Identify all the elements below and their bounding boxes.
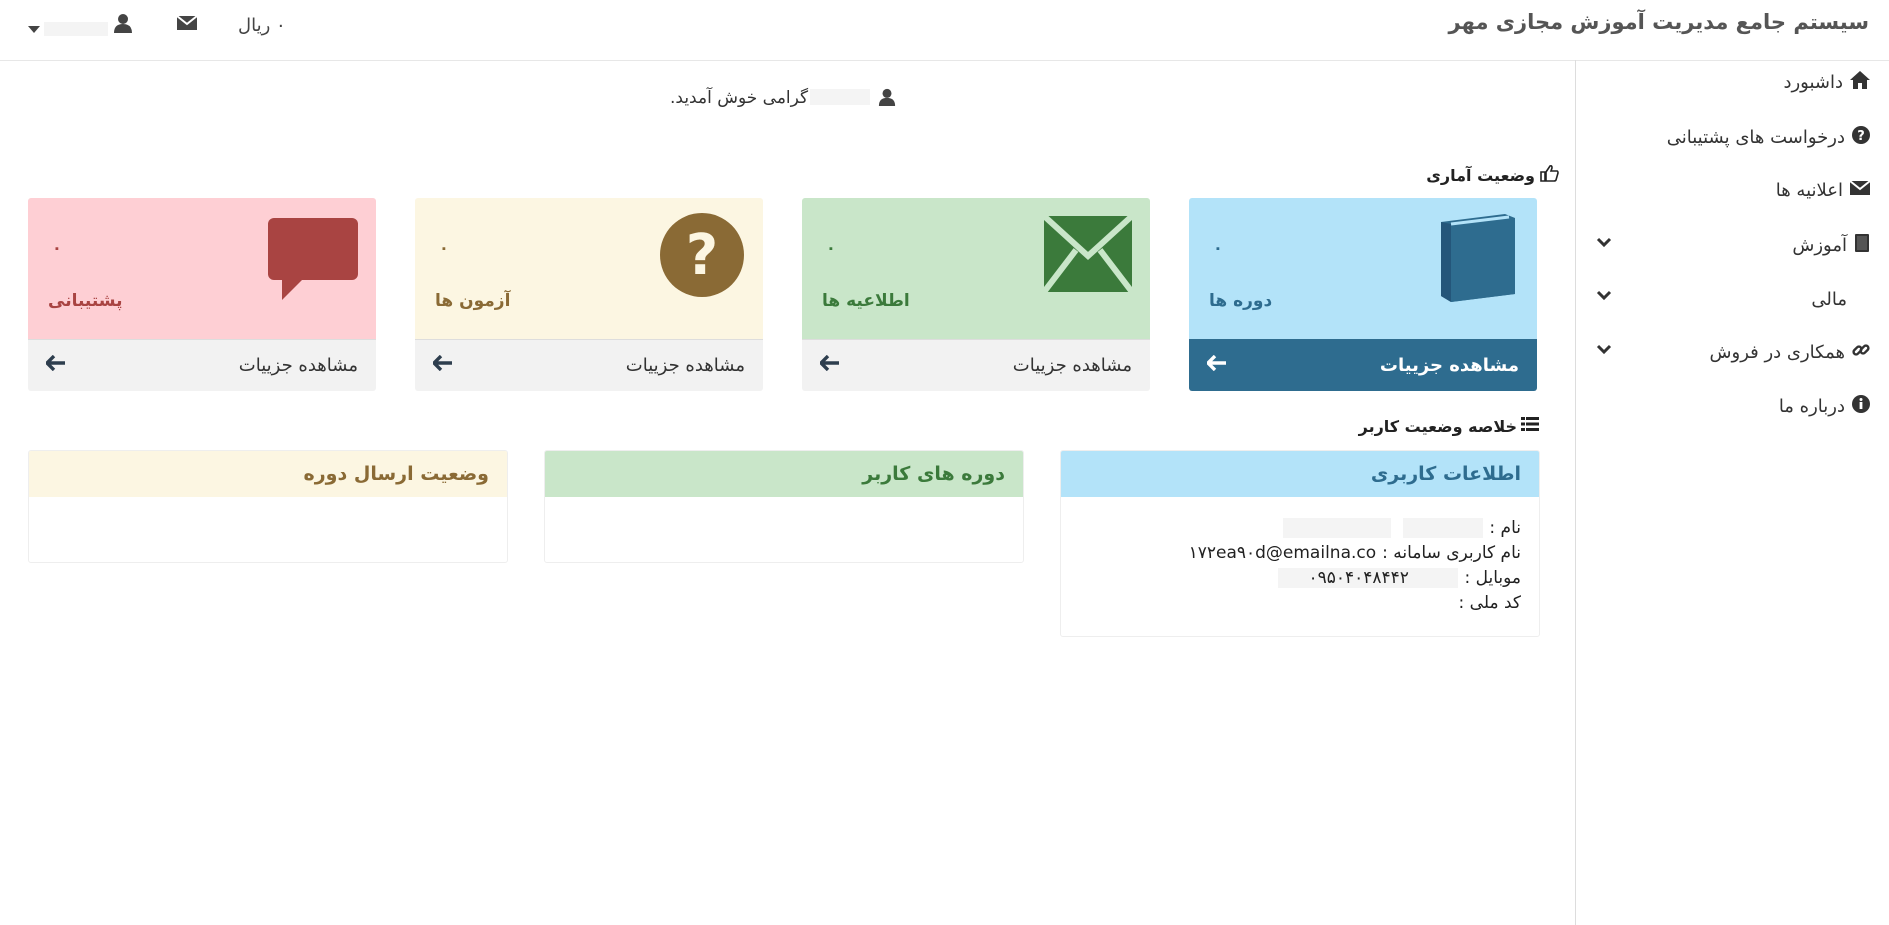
thumbs-up-icon [1539,164,1559,186]
comment-icon [268,218,358,304]
euro-icon: € [275,12,312,39]
stat-card-courses: ۰ دوره ها مشاهده جزییات [1189,198,1537,391]
list-icon [1521,416,1539,436]
question-circle-icon: ? [1851,125,1871,150]
arrow-left-icon [818,354,840,376]
welcome-name-redacted [810,89,870,105]
sidebar-item-label: مالی [1811,289,1847,310]
view-details-label: مشاهده جزییات [625,355,745,376]
view-details-button[interactable]: مشاهده جزییات [415,339,763,391]
sidebar-item-announcements[interactable]: اعلانیه ها [1776,179,1871,202]
sidebar-item-finance[interactable]: € مالی [1811,285,1871,313]
sidebar-item-label: درخواست های پشتیبانی [1666,127,1845,148]
sidebar-item-label: همکاری در فروش [1709,342,1845,363]
stat-label: اطلاعیه ها [822,291,910,311]
panel-user-courses: دوره های کاربر [544,450,1024,563]
stat-card-support: ۰ پشتیبانی مشاهده جزییات [28,198,376,391]
envelope-icon [1849,179,1871,202]
chevron-down-icon[interactable] [1596,287,1612,303]
view-details-button[interactable]: مشاهده جزییات [28,339,376,391]
panel-heading: اطلاعات کاربری [1061,451,1539,497]
stat-count: ۰ [439,238,449,257]
sidebar-item-dashboard[interactable]: داشبورد [1783,70,1871,95]
summary-section-title: خلاصه وضعیت کاربر [1359,416,1539,436]
sidebar-item-label: اعلانیه ها [1775,180,1843,201]
stat-count: ۰ [52,238,62,257]
info-mobile-row: موبایل : ۰۹۵۰۴۰۴۸۴۴۲ [1278,565,1521,590]
user-icon [878,87,896,111]
surname-value-redacted [1283,517,1392,538]
info-label: نام کاربری سامانه : [1382,542,1521,563]
name-value-redacted [1403,517,1484,538]
envelope-icon[interactable] [176,14,198,36]
info-label: کد ملی : [1458,592,1521,613]
view-details-label: مشاهده جزییات [238,355,358,376]
view-details-label: مشاهده جزییات [1012,355,1132,376]
balance-display[interactable]: € ۰ ریال [238,12,312,39]
svg-text:?: ? [686,223,718,288]
app-title[interactable]: سیستم جامع مدیریت آموزش مجازی مهر [1449,10,1869,34]
stat-label: آزمون ها [435,291,511,311]
panel-course-delivery-status: وضعیت ارسال دوره [28,450,508,563]
sidebar-item-label: آموزش [1792,235,1847,256]
info-username-row: نام کاربری سامانه : ۱۷۲ea۹۰d@emailna.co [1189,540,1521,565]
view-details-button[interactable]: مشاهده جزییات [1189,339,1537,391]
panel-heading: دوره های کاربر [545,451,1023,497]
stat-label: دوره ها [1209,291,1273,311]
stat-count: ۰ [1213,238,1223,257]
envelope-icon [1041,213,1135,296]
sidebar-item-education[interactable]: آموزش [1792,233,1871,258]
arrow-left-icon [431,354,453,376]
chevron-down-icon[interactable] [1596,341,1612,357]
stats-section-title: وضعیت آماری [1426,164,1559,186]
welcome-message: گرامی خوش آمدید. [670,88,809,108]
book-icon [1853,233,1871,258]
arrow-left-icon [1205,354,1227,376]
panel-user-info: اطلاعات کاربری نام : نام کاربری سامانه :… [1060,450,1540,637]
info-label: نام : [1489,517,1521,538]
sidebar-divider [1575,60,1576,925]
stat-label: پشتیبانی [48,291,123,311]
info-national-id-row: کد ملی : [1459,590,1521,615]
user-icon[interactable] [113,13,133,37]
panel-heading: وضعیت ارسال دوره [29,451,507,497]
info-label: موبایل : [1464,567,1521,588]
svg-text:?: ? [1857,129,1865,144]
sidebar-item-about[interactable]: درباره ما [1779,394,1871,419]
euro-icon: € [1838,285,1871,313]
stat-card-announcements: ۰ اطلاعیه ها مشاهده جزییات [802,198,1150,391]
info-value: ۰۹۵۰۴۰۴۸۴۴۲ [1278,567,1459,588]
user-menu-dropdown[interactable] [28,19,108,38]
sidebar-item-label: درباره ما [1778,396,1845,417]
stat-card-exams: ? ۰ آزمون ها مشاهده جزییات [415,198,763,391]
book-icon [1435,210,1519,306]
sidebar-item-support[interactable]: ? درخواست های پشتیبانی [1667,125,1871,150]
balance-text: ۰ ریال [238,15,286,36]
view-details-button[interactable]: مشاهده جزییات [802,339,1150,391]
username-redacted [44,21,108,36]
caret-down-icon [28,19,40,38]
info-circle-icon [1851,394,1871,419]
sidebar-item-affiliate[interactable]: همکاری در فروش [1710,340,1871,365]
chevron-down-icon[interactable] [1596,234,1612,250]
question-circle-icon: ? [659,212,745,302]
user-info-list: نام : نام کاربری سامانه : ۱۷۲ea۹۰d@email… [1189,515,1521,615]
sidebar-item-label: داشبورد [1783,72,1843,93]
info-name-row: نام : [1283,515,1521,540]
view-details-label: مشاهده جزییات [1379,354,1519,376]
home-icon [1849,70,1871,95]
info-value: ۱۷۲ea۹۰d@emailna.co [1188,542,1377,563]
link-icon [1851,340,1871,365]
arrow-left-icon [44,354,66,376]
stat-count: ۰ [826,238,836,257]
